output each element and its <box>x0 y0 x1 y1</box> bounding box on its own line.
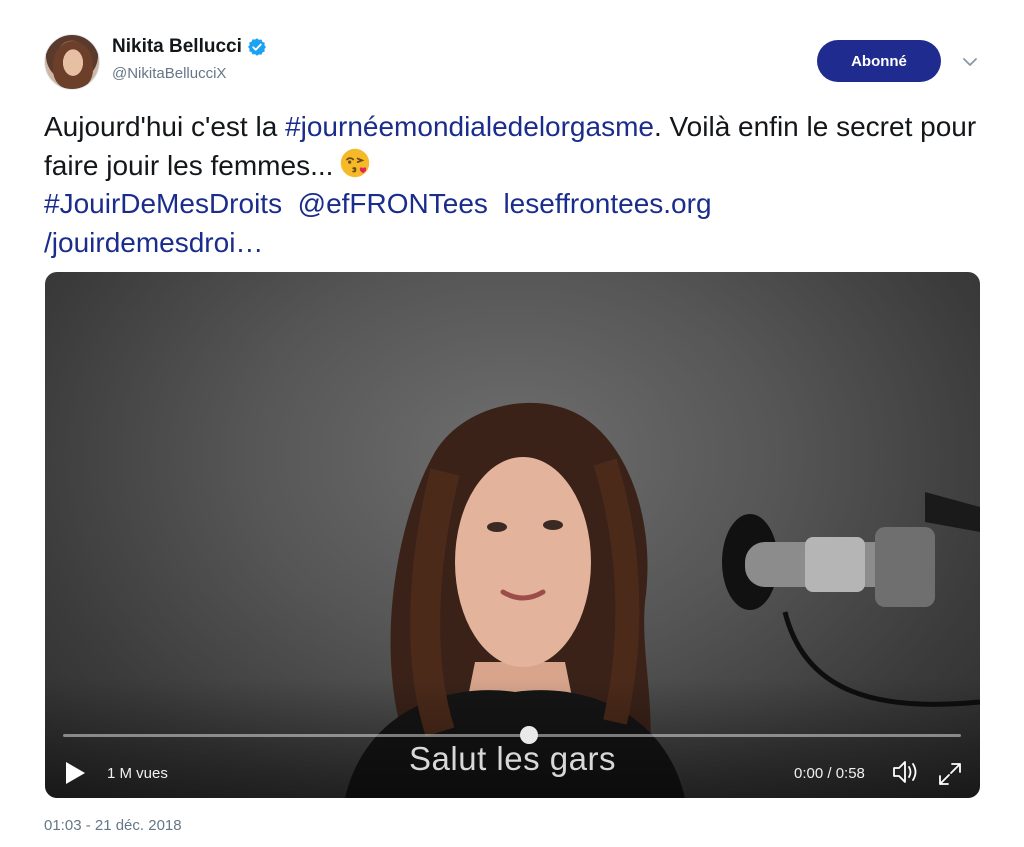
play-icon[interactable] <box>63 760 87 786</box>
hashtag-link[interactable]: #journéemondialedelorgasme <box>285 111 654 142</box>
tweet-text: Aujourd'hui c'est la #journéemondialedel… <box>44 111 977 258</box>
view-count: 1 M vues <box>107 765 168 782</box>
author-name-row[interactable]: Nikita Bellucci <box>112 36 267 58</box>
volume-icon[interactable] <box>891 758 921 786</box>
tweet-timestamp[interactable]: 01:03 - 21 déc. 2018 <box>44 817 182 834</box>
author-display-name[interactable]: Nikita Bellucci <box>112 36 242 58</box>
url-link-continued[interactable]: /jouirdemesdroi… <box>44 227 263 258</box>
video-player[interactable]: Salut les gars 1 M vues 0:00 / 0:58 <box>45 272 980 798</box>
chevron-down-icon[interactable] <box>960 54 980 70</box>
video-time: 0:00 / 0:58 <box>794 765 865 782</box>
mention-link[interactable]: @efFRONTees <box>298 188 488 219</box>
verified-badge-icon <box>247 38 266 56</box>
avatar[interactable] <box>44 34 100 90</box>
url-link[interactable]: leseffrontees.org <box>503 188 711 219</box>
following-button[interactable]: Abonné <box>817 40 941 82</box>
fullscreen-icon[interactable] <box>936 760 964 788</box>
progress-bar[interactable] <box>63 734 961 737</box>
author-handle[interactable]: @NikitaBellucciX <box>112 65 226 82</box>
hashtag-link[interactable]: #JouirDeMesDroits <box>44 188 282 219</box>
kiss-face-emoji-icon <box>341 148 370 177</box>
